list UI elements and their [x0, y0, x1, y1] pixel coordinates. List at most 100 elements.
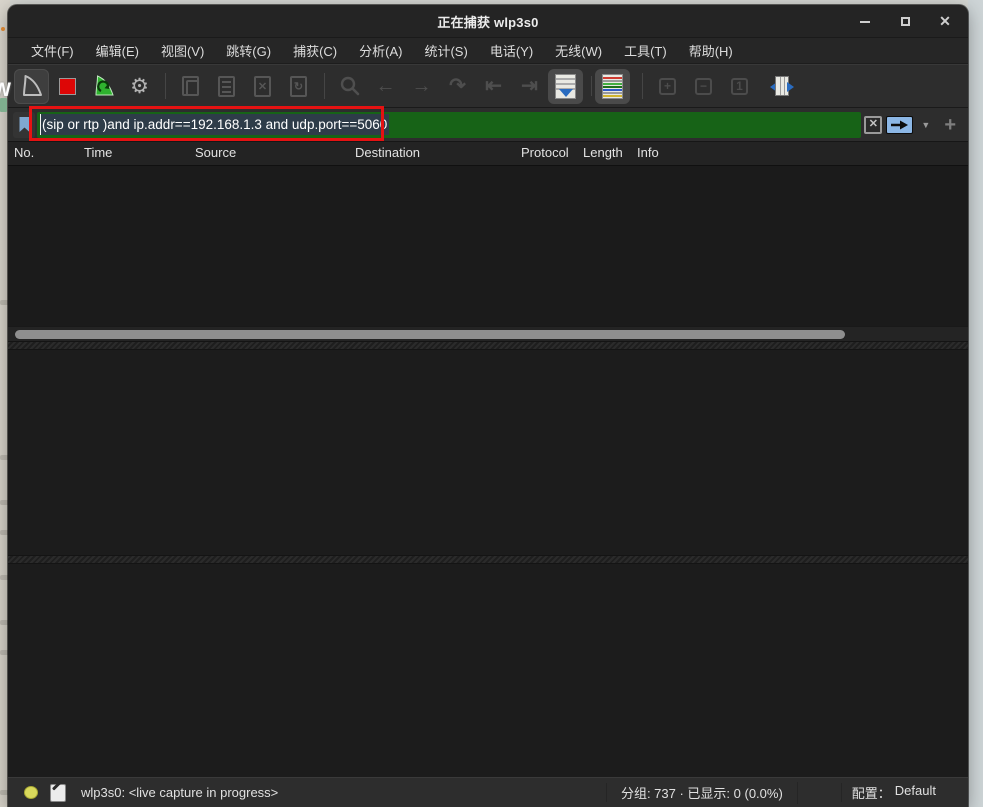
search-icon: [339, 75, 361, 97]
start-capture-button[interactable]: [14, 69, 49, 104]
restart-fin-icon: [92, 74, 116, 98]
colorize-toggle-button[interactable]: [595, 69, 630, 104]
minimize-button[interactable]: [856, 13, 874, 31]
zoom-out-icon: −: [695, 78, 712, 95]
zoom-out-button[interactable]: −: [686, 69, 721, 104]
add-filter-button[interactable]: +: [944, 115, 956, 135]
resize-columns-icon: [770, 76, 794, 96]
horizontal-scrollbar[interactable]: [8, 326, 968, 341]
toolbar-separator: [324, 73, 325, 99]
find-packet-button[interactable]: [332, 69, 367, 104]
menu-file[interactable]: 文件(F): [20, 38, 85, 63]
profile-value: Default: [895, 783, 936, 802]
clear-filter-button[interactable]: ✕: [864, 116, 882, 134]
reload-file-button[interactable]: ↻: [281, 69, 316, 104]
column-header-source[interactable]: Source: [195, 145, 236, 160]
arrow-right-icon: →: [412, 76, 432, 96]
column-header-time[interactable]: Time: [84, 145, 112, 160]
main-toolbar: ⚙ ✕ ↻ ← → ↷ ⇤ ⇥ + − 1: [8, 64, 968, 108]
menu-tools[interactable]: 工具(T): [613, 38, 678, 63]
colorize-icon: [602, 74, 623, 99]
zoom-in-icon: +: [659, 78, 676, 95]
display-filter-bar: (sip or rtp )and ip.addr==192.168.1.3 an…: [8, 108, 968, 142]
menu-capture[interactable]: 捕获(C): [282, 38, 348, 63]
minimize-icon: [860, 21, 870, 23]
menu-go[interactable]: 跳转(G): [215, 38, 282, 63]
next-packet-button[interactable]: →: [404, 69, 439, 104]
toolbar-separator: [642, 73, 643, 99]
normal-size-icon: 1: [731, 78, 748, 95]
pane-splitter[interactable]: [8, 341, 968, 350]
statusbar-spacer: [797, 782, 841, 804]
column-header-no[interactable]: No.: [14, 145, 34, 160]
last-packet-button[interactable]: ⇥: [512, 69, 547, 104]
menu-analyze[interactable]: 分析(A): [348, 38, 413, 63]
arrow-left-icon: ←: [376, 76, 396, 96]
normal-size-button[interactable]: 1: [722, 69, 757, 104]
reload-file-icon: ↻: [290, 76, 307, 97]
capture-status-text: wlp3s0: <live capture in progress>: [81, 785, 606, 800]
first-packet-button[interactable]: ⇤: [476, 69, 511, 104]
save-file-icon: [218, 76, 235, 97]
profile-label: 配置：: [852, 783, 891, 802]
packet-list-header: No. Time Source Destination Protocol Len…: [8, 142, 968, 166]
menu-help[interactable]: 帮助(H): [678, 38, 744, 63]
packet-details-pane[interactable]: [8, 350, 968, 555]
menu-bar: 文件(F) 编辑(E) 视图(V) 跳转(G) 捕获(C) 分析(A) 统计(S…: [8, 38, 968, 64]
toolbar-separator: [591, 76, 592, 96]
title-bar[interactable]: 正在捕获 wlp3s0 ✕: [8, 5, 968, 38]
column-header-destination[interactable]: Destination: [355, 145, 420, 160]
shark-fin-icon: [20, 74, 44, 98]
gear-icon: ⚙: [130, 76, 149, 97]
packet-stats-text: 分组: 737 · 已显示: 0 (0.0%): [606, 783, 797, 802]
apply-arrow-icon: [890, 120, 909, 130]
capture-options-button[interactable]: ⚙: [122, 69, 157, 104]
filter-dropdown-caret[interactable]: ▼: [921, 120, 930, 130]
open-file-button[interactable]: [173, 69, 208, 104]
maximize-icon: [901, 17, 910, 26]
close-button[interactable]: ✕: [936, 13, 954, 31]
status-bar: wlp3s0: <live capture in progress> 分组: 7…: [8, 777, 968, 807]
menu-wireless[interactable]: 无线(W): [544, 38, 613, 63]
scrollbar-thumb[interactable]: [15, 330, 845, 339]
packet-list-pane[interactable]: [8, 166, 968, 326]
save-file-button[interactable]: [209, 69, 244, 104]
auto-scroll-icon: [555, 74, 576, 99]
profile-section[interactable]: 配置： Default: [841, 783, 946, 802]
menu-edit[interactable]: 编辑(E): [85, 38, 150, 63]
column-header-info[interactable]: Info: [637, 145, 659, 160]
close-file-button[interactable]: ✕: [245, 69, 280, 104]
menu-view[interactable]: 视图(V): [150, 38, 215, 63]
window-title: 正在捕获 wlp3s0: [8, 5, 968, 38]
previous-packet-button[interactable]: ←: [368, 69, 403, 104]
right-arrow-icon: [787, 82, 794, 92]
auto-scroll-toggle-button[interactable]: [548, 69, 583, 104]
apply-filter-button[interactable]: [886, 116, 913, 134]
menu-telephony[interactable]: 电话(Y): [479, 38, 544, 63]
menu-statistics[interactable]: 统计(S): [413, 38, 478, 63]
desktop-background: [968, 0, 983, 807]
wireshark-window: 正在捕获 wlp3s0 ✕ 文件(F) 编辑(E) 视图(V) 跳转(G) 捕获…: [8, 5, 968, 807]
pane-splitter[interactable]: [8, 555, 968, 564]
toolbar-separator: [165, 73, 166, 99]
zoom-in-button[interactable]: +: [650, 69, 685, 104]
go-to-packet-button[interactable]: ↷: [440, 69, 475, 104]
resize-columns-button[interactable]: [764, 69, 799, 104]
close-file-icon: ✕: [254, 76, 271, 97]
stop-capture-button[interactable]: [50, 69, 85, 104]
background-dot-fragment: [1, 27, 5, 31]
curved-arrow-icon: ↷: [449, 76, 466, 96]
capture-comment-icon[interactable]: [50, 784, 66, 802]
down-arrow-icon: [559, 89, 573, 97]
packet-bytes-pane[interactable]: [8, 564, 968, 777]
maximize-button[interactable]: [896, 13, 914, 31]
column-header-protocol[interactable]: Protocol: [521, 145, 569, 160]
filter-bookmark-button[interactable]: [13, 112, 35, 138]
arrow-to-end-icon: ⇥: [521, 76, 538, 96]
filter-text-selected: (sip or rtp )and ip.addr==192.168.1.3 an…: [40, 114, 389, 135]
column-header-length[interactable]: Length: [583, 145, 623, 160]
expert-info-icon[interactable]: [24, 786, 38, 799]
open-file-icon: [186, 80, 199, 96]
restart-capture-button[interactable]: [86, 69, 121, 104]
display-filter-input[interactable]: (sip or rtp )and ip.addr==192.168.1.3 an…: [37, 112, 861, 138]
